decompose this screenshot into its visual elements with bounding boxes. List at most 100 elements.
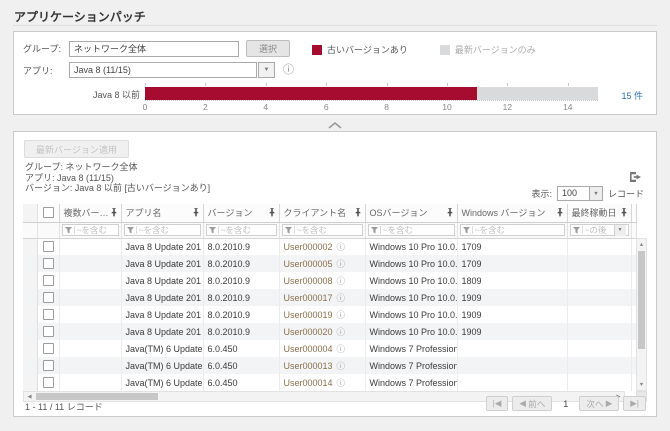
- axis-tick-label: 4: [263, 102, 268, 112]
- cell-windows-version: 1909: [457, 306, 567, 323]
- info-icon[interactable]: ⓘ: [337, 293, 346, 303]
- info-icon[interactable]: ⓘ: [337, 276, 346, 286]
- axis-tick-mark: [387, 83, 388, 86]
- table-row[interactable]: Java(TM) 6 Update 45 6.0.450 User000014ⓘ…: [23, 374, 636, 391]
- summary-version: バージョン: Java 8 以前 [古いバージョンあり]: [25, 183, 210, 194]
- cell-windows-version: 1909: [457, 323, 567, 340]
- cell-app-name: Java(TM) 6 Update 45: [121, 340, 203, 357]
- bar-segment-new[interactable]: [477, 87, 598, 100]
- horizontal-scroll-thumb[interactable]: [36, 393, 158, 400]
- cell-client-name: User000013ⓘ: [279, 357, 365, 374]
- pin-icon[interactable]: [110, 208, 118, 219]
- row-checkbox[interactable]: [43, 377, 54, 388]
- export-icon[interactable]: [629, 170, 642, 182]
- pin-icon[interactable]: [354, 208, 362, 219]
- info-icon[interactable]: ⓘ: [337, 327, 346, 337]
- info-icon[interactable]: ⓘ: [337, 259, 346, 269]
- info-icon[interactable]: ⓘ: [337, 242, 346, 252]
- row-checkbox[interactable]: [43, 343, 54, 354]
- table-row[interactable]: Java 8 Update 201 (6… 8.0.2010.9 User000…: [23, 289, 636, 306]
- record-count: 1 - 11 / 11 レコード: [25, 400, 103, 413]
- bar-count-link[interactable]: 15 件: [621, 89, 643, 102]
- row-checkbox[interactable]: [43, 275, 54, 286]
- info-icon[interactable]: ⓘ: [337, 361, 346, 371]
- filter-last-active-date[interactable]: ~の後▼: [570, 224, 629, 236]
- scroll-down-icon[interactable]: ▼: [637, 379, 646, 390]
- table-row[interactable]: Java 8 Update 201 (6… 8.0.2010.9 User000…: [23, 255, 636, 272]
- col-windows-version[interactable]: Windows バージョン: [457, 204, 567, 222]
- col-app-name[interactable]: アプリ名: [121, 204, 203, 222]
- axis-tick-label: 0: [143, 102, 148, 112]
- filter-multi-version[interactable]: ~を含む: [62, 224, 119, 236]
- prev-page-button[interactable]: ◀ 前へ: [512, 396, 552, 411]
- table-row[interactable]: Java 8 Update 201 (6… 8.0.2010.9 User000…: [23, 238, 636, 255]
- col-client-name[interactable]: クライアント名: [279, 204, 365, 222]
- vertical-scrollbar[interactable]: ▲ ▼: [636, 238, 647, 391]
- bar-track[interactable]: [145, 87, 598, 100]
- info-icon[interactable]: ⓘ: [337, 344, 346, 354]
- page-size-select[interactable]: 100 ▼: [557, 186, 603, 201]
- chevron-down-icon: ▼: [589, 186, 603, 201]
- info-icon[interactable]: ⓘ: [283, 65, 294, 76]
- col-os-version[interactable]: OSバージョン: [365, 204, 457, 222]
- pin-icon[interactable]: [192, 208, 200, 219]
- cell-app-name: Java(TM) 6 Update 45: [121, 374, 203, 391]
- filter-windows-version[interactable]: ~を含む: [460, 224, 565, 236]
- filter-client-name[interactable]: ~を含む: [282, 224, 363, 236]
- row-checkbox[interactable]: [43, 241, 54, 252]
- select-all-checkbox[interactable]: [43, 207, 54, 218]
- row-checkbox[interactable]: [43, 326, 54, 337]
- row-checkbox[interactable]: [43, 360, 54, 371]
- cell-multi-version: [59, 289, 121, 306]
- cell-version: 8.0.2010.9: [203, 272, 279, 289]
- cell-windows-version: [457, 340, 567, 357]
- chevron-down-icon: ▼: [614, 225, 626, 236]
- table-row[interactable]: Java(TM) 6 Update 45 6.0.450 User000004ⓘ…: [23, 340, 636, 357]
- info-icon[interactable]: ⓘ: [337, 378, 346, 388]
- filter-app-name[interactable]: ~を含む: [124, 224, 201, 236]
- cell-multi-version: [59, 306, 121, 323]
- group-select-button[interactable]: 選択: [246, 40, 290, 57]
- first-page-button[interactable]: |◀: [486, 396, 509, 411]
- next-page-button[interactable]: 次へ ▶: [579, 396, 619, 411]
- last-page-button[interactable]: ▶|: [623, 396, 646, 411]
- cell-client-name: User000019ⓘ: [279, 306, 365, 323]
- row-checkbox[interactable]: [43, 309, 54, 320]
- filter-os-version[interactable]: ~を含む: [368, 224, 455, 236]
- cell-multi-version: [59, 255, 121, 272]
- axis-tick-mark: [447, 83, 448, 86]
- vertical-scroll-thumb[interactable]: [638, 251, 645, 349]
- scroll-up-icon[interactable]: ▲: [637, 239, 646, 250]
- table-row[interactable]: Java 8 Update 201 (6… 8.0.2010.9 User000…: [23, 306, 636, 323]
- pin-icon[interactable]: [268, 208, 276, 219]
- row-checkbox[interactable]: [43, 258, 54, 269]
- collapse-chevron-icon[interactable]: [327, 117, 343, 126]
- bar-segment-old[interactable]: [145, 87, 477, 100]
- chevron-down-icon[interactable]: ▼: [258, 62, 275, 78]
- axis-tick-label: 14: [563, 102, 572, 112]
- pin-icon[interactable]: [620, 208, 628, 219]
- apply-latest-version-button[interactable]: 最新バージョン適用: [24, 140, 129, 158]
- col-multi-version[interactable]: 複数バー…: [59, 204, 121, 222]
- axis-tick-mark: [507, 83, 508, 86]
- row-checkbox[interactable]: [43, 292, 54, 303]
- pin-icon[interactable]: [446, 208, 454, 219]
- cell-app-name: Java 8 Update 201 (6…: [121, 323, 203, 340]
- col-last-active-date[interactable]: 最終稼動日: [567, 204, 631, 222]
- app-select[interactable]: Java 8 (11/15): [69, 62, 257, 78]
- info-icon[interactable]: ⓘ: [337, 310, 346, 320]
- filter-version[interactable]: ~を含む: [206, 224, 277, 236]
- table-row[interactable]: Java 8 Update 201 (6… 8.0.2010.9 User000…: [23, 323, 636, 340]
- cell-app-name: Java 8 Update 201 (6…: [121, 238, 203, 255]
- table-row[interactable]: Java 8 Update 201 (6… 8.0.2010.9 User000…: [23, 272, 636, 289]
- cell-os-version: Windows 10 Pro 10.0.16299: [365, 255, 457, 272]
- cell-windows-version: 1709: [457, 238, 567, 255]
- col-version[interactable]: バージョン: [203, 204, 279, 222]
- cell-app-name: Java 8 Update 201 (6…: [121, 289, 203, 306]
- group-input[interactable]: [69, 41, 239, 57]
- filter-panel: グループ: 選択 古いバージョンあり 最新バージョンのみ アプリ: Java 8…: [13, 31, 657, 115]
- client-table: 複数バー… アプリ名 バージョン クライアント名 OSバージョン Windows…: [23, 204, 647, 402]
- table-row[interactable]: Java(TM) 6 Update 45 6.0.450 User000013ⓘ…: [23, 357, 636, 374]
- pin-icon[interactable]: [556, 208, 564, 219]
- cell-app-name: Java 8 Update 201 (6…: [121, 255, 203, 272]
